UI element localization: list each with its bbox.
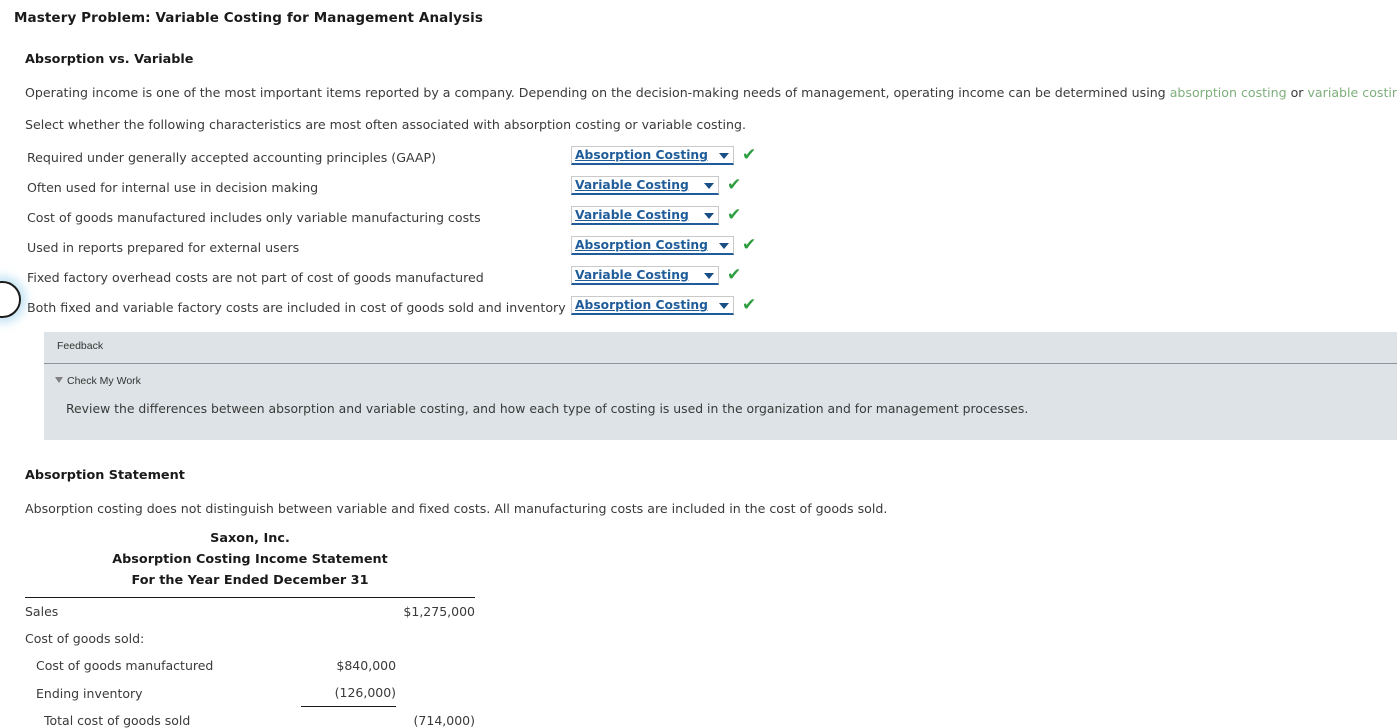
question-label: Often used for internal use in decision … [27, 180, 318, 195]
question-row: Cost of goods manufactured includes only… [0, 205, 1397, 235]
question-row: Fixed factory overhead costs are not par… [0, 265, 1397, 295]
answer-select-wrapper: Absorption Costing ✔ [571, 145, 756, 165]
chevron-down-icon [719, 243, 729, 249]
row-right-value [396, 652, 475, 679]
row-mid-value: $840,000 [301, 652, 396, 679]
answer-select[interactable]: Variable Costing [571, 176, 719, 195]
feedback-panel: Feedback Check My Work Review the differ… [44, 332, 1397, 440]
absorption-statement-description: Absorption costing does not distinguish … [25, 501, 887, 516]
feedback-body-text: Review the differences between absorptio… [66, 401, 1028, 416]
table-row: Sales $1,275,000 [25, 598, 475, 625]
table-row: Cost of goods manufactured $840,000 [25, 652, 475, 679]
table-row: Total cost of goods sold (714,000) [25, 707, 475, 728]
answer-select-wrapper: Variable Costing ✔ [571, 265, 741, 285]
row-mid-value [301, 598, 396, 625]
table-row: Cost of goods sold: [25, 625, 475, 652]
page-title: Mastery Problem: Variable Costing for Ma… [14, 10, 483, 26]
intro-text-before: Operating income is one of the most impo… [25, 85, 1170, 100]
answer-select-wrapper: Absorption Costing ✔ [571, 235, 756, 255]
row-label: Ending inventory [25, 679, 301, 707]
answer-select[interactable]: Absorption Costing [571, 146, 734, 165]
row-mid-value [301, 625, 396, 652]
check-my-work-label: Check My Work [67, 375, 141, 387]
feedback-title: Feedback [57, 340, 103, 352]
question-row: Required under generally accepted accoun… [0, 145, 1397, 175]
section-heading-absorption-statement: Absorption Statement [25, 468, 185, 483]
row-right-value: $1,275,000 [396, 598, 475, 625]
check-my-work-toggle[interactable]: Check My Work [55, 375, 141, 387]
answer-select-wrapper: Variable Costing ✔ [571, 205, 741, 225]
intro-text-middle: or [1287, 85, 1308, 100]
section-heading-absorption-vs-variable: Absorption vs. Variable [25, 52, 193, 67]
chevron-down-icon [704, 273, 714, 279]
correct-check-icon: ✔ [727, 266, 741, 285]
chevron-down-icon [719, 303, 729, 309]
absorption-income-statement: Saxon, Inc. Absorption Costing Income St… [25, 528, 475, 728]
answer-select[interactable]: Absorption Costing [571, 296, 734, 315]
answer-select[interactable]: Variable Costing [571, 206, 719, 225]
chevron-down-icon [704, 213, 714, 219]
correct-check-icon: ✔ [727, 176, 741, 195]
row-label: Total cost of goods sold [25, 707, 301, 728]
instruction-paragraph: Select whether the following characteris… [25, 117, 746, 132]
row-label: Sales [25, 598, 301, 625]
question-label: Required under generally accepted accoun… [27, 150, 436, 165]
question-row: Used in reports prepared for external us… [0, 235, 1397, 265]
row-label: Cost of goods manufactured [25, 652, 301, 679]
chevron-down-icon [719, 153, 729, 159]
question-label: Fixed factory overhead costs are not par… [27, 270, 484, 285]
statement-rows-table: Sales $1,275,000 Cost of goods sold: Cos… [25, 598, 475, 728]
answer-select-wrapper: Absorption Costing ✔ [571, 295, 756, 315]
problem-page: Mastery Problem: Variable Costing for Ma… [0, 0, 1397, 728]
divider [44, 363, 1397, 364]
row-label: Cost of goods sold: [25, 625, 301, 652]
caret-down-icon [55, 377, 63, 383]
question-label: Both fixed and variable factory costs ar… [27, 300, 566, 315]
correct-check-icon: ✔ [727, 206, 741, 225]
answer-select-wrapper: Variable Costing ✔ [571, 175, 741, 195]
answer-select[interactable]: Absorption Costing [571, 236, 734, 255]
table-row: Ending inventory (126,000) [25, 679, 475, 707]
row-mid-value [301, 707, 396, 728]
row-right-value [396, 625, 475, 652]
question-row: Both fixed and variable factory costs ar… [0, 295, 1397, 325]
correct-check-icon: ✔ [742, 296, 756, 315]
absorption-costing-link[interactable]: absorption costing [1170, 85, 1287, 100]
question-label: Used in reports prepared for external us… [27, 240, 299, 255]
correct-check-icon: ✔ [742, 236, 756, 255]
chevron-down-icon [704, 183, 714, 189]
row-right-value [396, 679, 475, 707]
question-label: Cost of goods manufactured includes only… [27, 210, 481, 225]
variable-costing-link[interactable]: variable costing [1307, 85, 1397, 100]
question-row: Often used for internal use in decision … [0, 175, 1397, 205]
row-right-value: (714,000) [396, 707, 475, 728]
answer-select[interactable]: Variable Costing [571, 266, 719, 285]
intro-paragraph: Operating income is one of the most impo… [25, 85, 1397, 100]
statement-company-name: Saxon, Inc. [25, 528, 475, 549]
correct-check-icon: ✔ [742, 146, 756, 165]
statement-title: Absorption Costing Income Statement [25, 549, 475, 570]
row-mid-value: (126,000) [301, 679, 396, 707]
statement-period: For the Year Ended December 31 [25, 570, 475, 591]
